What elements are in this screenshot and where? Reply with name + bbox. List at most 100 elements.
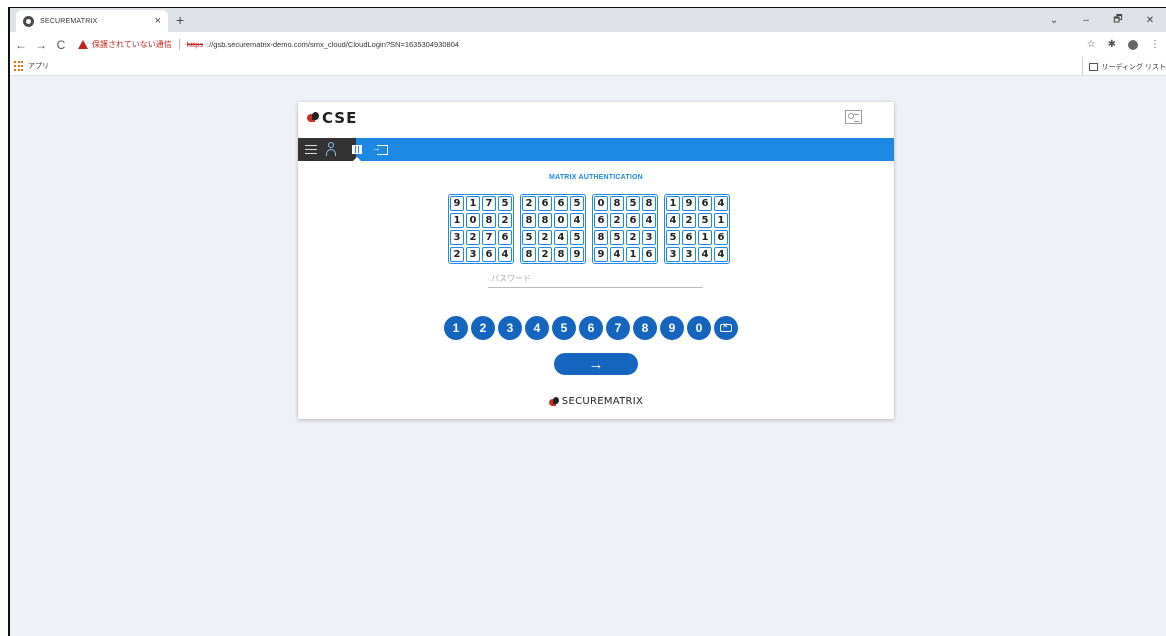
divider — [178, 39, 180, 50]
browser-window: SECUREMATRIX × + ⌄ – 🗗 ✕ ← → C 保護されていない通… — [8, 7, 1166, 636]
matrix-cell: 4 — [570, 213, 584, 228]
matrix-cell: 4 — [642, 213, 656, 228]
keypad-key-4[interactable]: 4 — [525, 316, 549, 340]
hamburger-menu-icon[interactable] — [304, 138, 318, 161]
matrix-cell: 8 — [522, 213, 536, 228]
address-bar[interactable]: 保護されていない通信 https ://gsb.securematrix-dem… — [78, 36, 459, 54]
keypad-key-0[interactable]: 0 — [687, 316, 711, 340]
matrix-cell: 5 — [626, 196, 640, 211]
matrix-cell: 1 — [626, 247, 640, 262]
matrix-cell: 5 — [498, 196, 512, 211]
matrix-block: 2665880452458289 — [520, 194, 586, 264]
securematrix-logo-icon — [548, 396, 559, 407]
matrix-cell: 3 — [682, 247, 696, 262]
matrix-grid: 9175108232762364266588045245828908586264… — [448, 194, 730, 264]
user-icon[interactable] — [324, 138, 338, 161]
keypad-key-2[interactable]: 2 — [471, 316, 495, 340]
matrix-cell: 6 — [642, 247, 656, 262]
bookmarks-bar: アプリ リーディング リスト — [10, 57, 1166, 76]
matrix-cell: 2 — [538, 247, 552, 262]
keypad-key-6[interactable]: 6 — [579, 316, 603, 340]
matrix-cell: 6 — [626, 213, 640, 228]
keypad-key-9[interactable]: 9 — [660, 316, 684, 340]
matrix-cell: 0 — [466, 213, 480, 228]
star-icon[interactable]: ☆ — [1087, 39, 1096, 50]
warning-icon[interactable] — [78, 40, 88, 49]
tab-close-icon[interactable]: × — [155, 15, 161, 27]
brand-logo: CSE — [307, 109, 357, 127]
apps-icon[interactable] — [14, 61, 24, 71]
profile-icon[interactable] — [1128, 39, 1138, 50]
matrix-cell: 4 — [714, 247, 728, 262]
keypad-key-3[interactable]: 3 — [498, 316, 522, 340]
favicon-icon — [23, 15, 34, 27]
new-tab-button[interactable]: + — [176, 11, 184, 29]
reading-list-label: リーディング リスト — [1101, 63, 1166, 71]
keypad-key-8[interactable]: 8 — [633, 316, 657, 340]
matrix-cell: 8 — [482, 213, 496, 228]
matrix-cell: 5 — [610, 230, 624, 245]
matrix-cell: 5 — [570, 196, 584, 211]
submit-button[interactable]: → — [554, 353, 638, 375]
matrix-cell: 8 — [538, 213, 552, 228]
auth-title: MATRIX AUTHENTICATION — [549, 174, 643, 181]
back-button[interactable]: ← — [12, 38, 30, 52]
matrix-cell: 6 — [498, 230, 512, 245]
matrix-cell: 4 — [554, 230, 568, 245]
matrix-cell: 2 — [610, 213, 624, 228]
matrix-cell: 4 — [498, 247, 512, 262]
matrix-cell: 8 — [522, 247, 536, 262]
matrix-block: 9175108232762364 — [448, 194, 514, 264]
active-indicator — [353, 157, 361, 161]
url-scheme[interactable]: https — [187, 40, 203, 49]
matrix-cell: 6 — [682, 230, 696, 245]
matrix-cell: 1 — [466, 196, 480, 211]
matrix-cell: 6 — [554, 196, 568, 211]
matrix-block: 1964425156163344 — [664, 194, 730, 264]
extensions-icon[interactable]: ✱ — [1108, 39, 1116, 50]
url-text[interactable]: ://gsb.securematrix-demo.com/smx_cloud/C… — [207, 40, 459, 49]
password-input[interactable] — [488, 270, 703, 288]
matrix-cell: 6 — [538, 196, 552, 211]
matrix-cell: 6 — [594, 213, 608, 228]
matrix-cell: 6 — [482, 247, 496, 262]
minimize-button[interactable]: – — [1070, 15, 1102, 26]
reload-button[interactable]: C — [52, 38, 70, 52]
close-window-button[interactable]: ✕ — [1134, 15, 1166, 26]
keypad-key-7[interactable]: 7 — [606, 316, 630, 340]
matrix-cell: 9 — [570, 247, 584, 262]
apps-bookmark[interactable]: アプリ — [28, 61, 49, 71]
matrix-cell: 8 — [610, 196, 624, 211]
matrix-block: 0858626485239416 — [592, 194, 658, 264]
keypad-key-1[interactable]: 1 — [444, 316, 468, 340]
matrix-cell: 3 — [666, 247, 680, 262]
login-icon[interactable] — [372, 138, 389, 161]
keypad-key-5[interactable]: 5 — [552, 316, 576, 340]
browser-tab[interactable]: SECUREMATRIX × — [16, 10, 168, 32]
footer-logo: SECUREMATRIX — [298, 396, 894, 407]
security-warning[interactable]: 保護されていない通信 — [92, 39, 172, 50]
matrix-cell: 7 — [482, 230, 496, 245]
reading-list-icon — [1088, 62, 1098, 71]
matrix-cell: 0 — [554, 213, 568, 228]
matrix-cell: 8 — [554, 247, 568, 262]
tab-search-icon[interactable]: ⌄ — [1038, 15, 1070, 26]
matrix-cell: 4 — [666, 213, 680, 228]
matrix-cell: 6 — [714, 230, 728, 245]
matrix-cell: 2 — [450, 247, 464, 262]
reading-list-button[interactable]: リーディング リスト — [1081, 57, 1166, 76]
menu-icon[interactable]: ⋮ — [1150, 39, 1160, 50]
matrix-cell: 8 — [594, 230, 608, 245]
id-card-icon[interactable] — [845, 110, 862, 124]
backspace-key[interactable] — [714, 316, 738, 340]
restore-button[interactable]: 🗗 — [1102, 12, 1134, 29]
matrix-cell: 2 — [498, 213, 512, 228]
login-card: CSE MATRIX AUTHENTICATION 91751082327623… — [298, 102, 894, 419]
matrix-cell: 1 — [450, 213, 464, 228]
matrix-cell: 3 — [466, 247, 480, 262]
address-toolbar: ← → C 保護されていない通信 https ://gsb.securematr… — [10, 32, 1166, 57]
matrix-cell: 3 — [450, 230, 464, 245]
forward-button[interactable]: → — [32, 38, 50, 52]
matrix-cell: 0 — [594, 196, 608, 211]
cse-logo-icon — [307, 112, 319, 124]
